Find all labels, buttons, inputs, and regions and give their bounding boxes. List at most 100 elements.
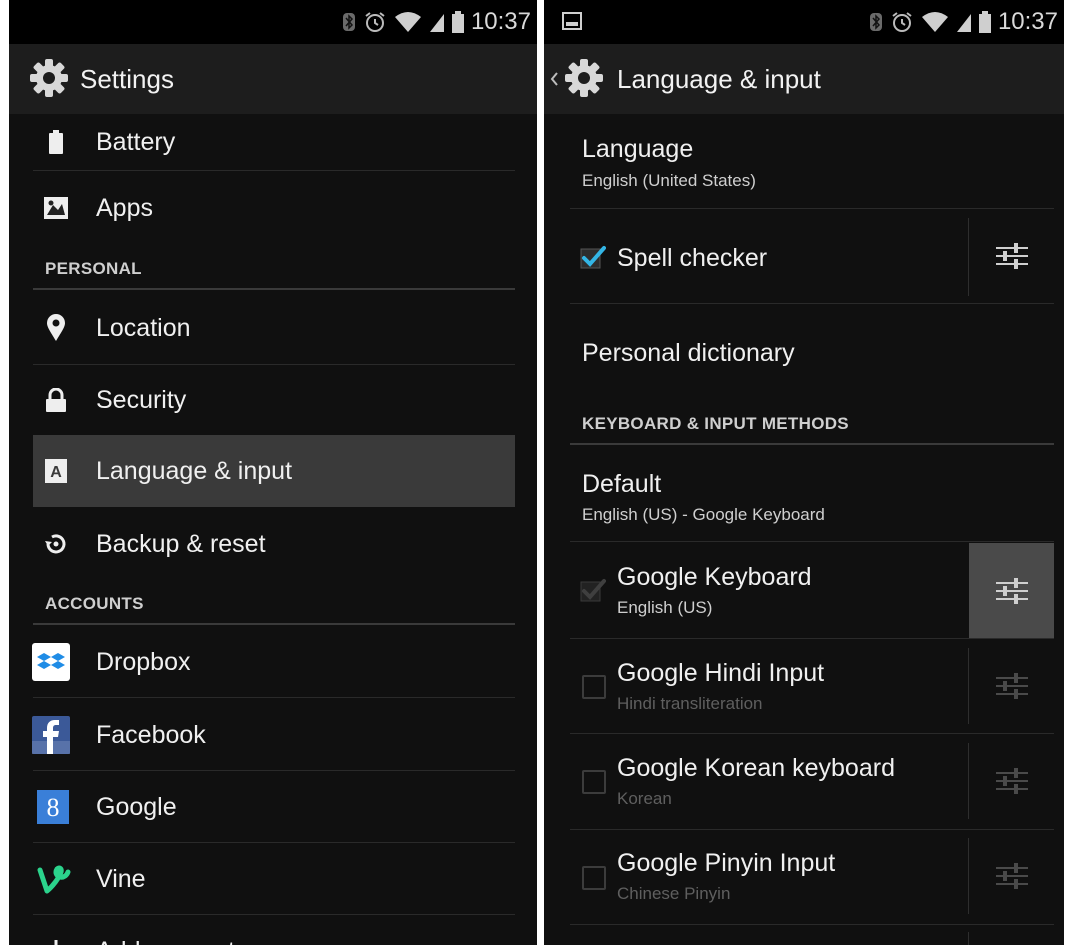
svg-text:8: 8 xyxy=(47,793,60,822)
settings-item-google[interactable]: 8 Google xyxy=(33,771,515,843)
battery-status-icon xyxy=(451,11,464,33)
sliders-settings-icon xyxy=(995,673,1028,699)
settings-item-label: Dropbox xyxy=(96,647,191,676)
section-divider xyxy=(570,443,1054,445)
backup-icon xyxy=(41,529,71,559)
preference-summary: Korean xyxy=(617,789,672,808)
preference-title: Google Pinyin Input xyxy=(617,849,836,877)
divider xyxy=(33,914,515,915)
sliders-settings-icon xyxy=(995,577,1028,604)
battery-icon xyxy=(41,127,71,157)
settings-item-vine[interactable]: Vine xyxy=(33,843,515,915)
preference-title: Google Keyboard xyxy=(617,563,812,591)
preference-title: Google Korean keyboard xyxy=(617,754,895,782)
action-bar: Language & input xyxy=(544,44,1064,114)
preference-summary: English (US) - Google Keyboard xyxy=(582,505,825,524)
back-chevron-icon xyxy=(550,72,558,86)
preference-summary: English (United States) xyxy=(582,171,756,190)
sliders-settings-icon xyxy=(995,768,1028,794)
bluetooth-icon xyxy=(342,13,355,31)
action-bar: Settings xyxy=(9,44,537,114)
status-bar: 10:37 xyxy=(9,0,537,44)
preference-title: Language xyxy=(582,135,694,163)
settings-item-apps[interactable]: Apps xyxy=(33,172,515,244)
sliders-settings-icon xyxy=(995,243,1028,269)
input-method-google-korean-keyboard[interactable]: Google Korean keyboard Korean xyxy=(570,734,968,829)
alarm-icon xyxy=(892,12,912,32)
section-header-personal: PERSONAL xyxy=(45,259,142,278)
input-method-google-pinyin-input[interactable]: Google Pinyin Input Chinese Pinyin xyxy=(570,830,968,924)
section-divider xyxy=(33,288,515,290)
location-icon xyxy=(41,313,71,343)
settings-item-label: Language & input xyxy=(96,456,293,485)
spell-checker-preference[interactable]: Spell checker xyxy=(570,209,968,303)
korean-keyboard-settings-button[interactable] xyxy=(969,741,1054,821)
page-title: Settings xyxy=(80,64,174,94)
default-keyboard-preference[interactable]: Default English (US) - Google Keyboard xyxy=(570,446,1054,541)
preference-summary: English (US) xyxy=(617,598,713,617)
wifi-icon xyxy=(394,12,421,32)
settings-gear-icon[interactable] xyxy=(29,58,69,98)
google-keyboard-checkbox[interactable] xyxy=(580,578,606,602)
dropbox-icon xyxy=(32,643,71,681)
status-bar: 10:37 xyxy=(544,0,1064,44)
settings-gear-icon xyxy=(565,59,603,97)
hindi-input-checkbox[interactable] xyxy=(582,675,606,699)
battery-status-icon xyxy=(978,11,991,33)
screenshot-notification-icon xyxy=(562,12,582,30)
hindi-input-settings-button[interactable] xyxy=(969,646,1054,726)
divider xyxy=(570,924,1054,925)
settings-item-backup-reset[interactable]: Backup & reset xyxy=(33,508,515,580)
settings-item-security[interactable]: Security xyxy=(33,365,515,435)
divider xyxy=(33,697,515,698)
preference-title: Spell checker xyxy=(617,244,768,272)
settings-item-label: Google xyxy=(96,792,177,821)
language-icon: A xyxy=(41,456,71,486)
settings-item-label: Backup & reset xyxy=(96,529,266,558)
language-input-screen: 10:37 Language & input Language English … xyxy=(544,0,1064,945)
lock-icon xyxy=(41,385,71,415)
settings-item-label: Security xyxy=(96,385,187,414)
pinyin-input-checkbox[interactable] xyxy=(582,866,606,890)
preference-summary: Chinese Pinyin xyxy=(617,884,731,903)
settings-item-facebook[interactable]: Facebook xyxy=(32,699,515,771)
apps-icon xyxy=(41,193,71,223)
vertical-separator xyxy=(968,932,969,945)
section-divider xyxy=(33,623,515,625)
wifi-icon xyxy=(921,12,948,32)
settings-item-location[interactable]: Location xyxy=(33,292,515,364)
plus-icon xyxy=(41,936,71,945)
svg-text:A: A xyxy=(50,464,62,481)
settings-item-label: Apps xyxy=(96,193,153,222)
spell-checker-settings-button[interactable] xyxy=(969,216,1054,296)
settings-screen: 10:37 Settings Battery Apps PERSONAL Loc… xyxy=(9,0,537,945)
preference-summary: Hindi transliteration xyxy=(617,694,763,713)
page-title: Language & input xyxy=(617,64,821,94)
settings-item-label: Location xyxy=(96,313,191,342)
personal-dictionary-preference[interactable]: Personal dictionary xyxy=(570,304,1054,400)
language-preference[interactable]: Language English (United States) xyxy=(570,114,1054,208)
input-method-google-keyboard[interactable]: Google Keyboard English (US) xyxy=(570,542,968,637)
sliders-settings-icon xyxy=(995,863,1028,889)
section-header-accounts: ACCOUNTS xyxy=(45,594,144,613)
status-time: 10:37 xyxy=(997,8,1058,35)
section-header-keyboard: KEYBOARD & INPUT METHODS xyxy=(582,414,849,433)
input-method-google-hindi-input[interactable]: Google Hindi Input Hindi transliteration xyxy=(570,639,968,733)
spell-checker-checkbox[interactable] xyxy=(580,245,606,269)
pinyin-input-settings-button[interactable] xyxy=(969,836,1054,916)
vine-icon xyxy=(37,864,71,894)
status-time: 10:37 xyxy=(470,8,531,35)
signal-icon xyxy=(956,14,971,32)
settings-item-language-input[interactable]: A Language & input xyxy=(33,435,515,507)
bluetooth-icon xyxy=(869,13,882,31)
up-button[interactable] xyxy=(544,44,614,114)
settings-item-dropbox[interactable]: Dropbox xyxy=(32,627,515,697)
settings-item-add-account[interactable]: Add account xyxy=(33,916,515,945)
korean-keyboard-checkbox[interactable] xyxy=(582,770,606,794)
settings-item-label: Add account xyxy=(96,937,235,945)
preference-title: Default xyxy=(582,470,662,498)
preference-title: Personal dictionary xyxy=(582,339,795,367)
google-keyboard-settings-button[interactable] xyxy=(969,543,1054,638)
settings-item-battery[interactable]: Battery xyxy=(33,114,515,170)
settings-item-label: Vine xyxy=(96,864,146,893)
